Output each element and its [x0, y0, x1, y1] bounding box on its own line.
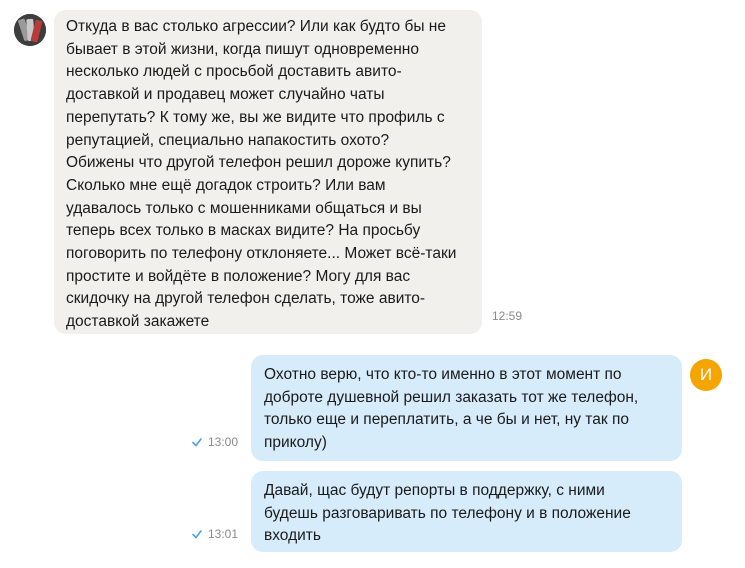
message-status: 13:01	[192, 527, 238, 541]
avatar-letter: И	[699, 365, 713, 384]
read-check-icon	[192, 530, 202, 539]
message-time: 13:00	[208, 435, 239, 449]
my-avatar[interactable]: И	[690, 359, 722, 391]
message-time: 13:01	[208, 527, 239, 541]
outgoing-message-bubble: Давай, щас будут репорты в поддержку, с …	[251, 471, 682, 552]
peer-avatar[interactable]	[14, 14, 46, 46]
outgoing-message-bubble: Охотно верю, что кто-то именно в этот мо…	[251, 355, 682, 461]
user-photo-avatar-icon	[14, 14, 46, 46]
message-time: 12:59	[492, 309, 523, 323]
incoming-message-bubble: Откуда в вас столько агрессии? Или как б…	[54, 10, 482, 334]
read-check-icon	[192, 438, 202, 447]
message-status: 13:00	[192, 435, 238, 449]
